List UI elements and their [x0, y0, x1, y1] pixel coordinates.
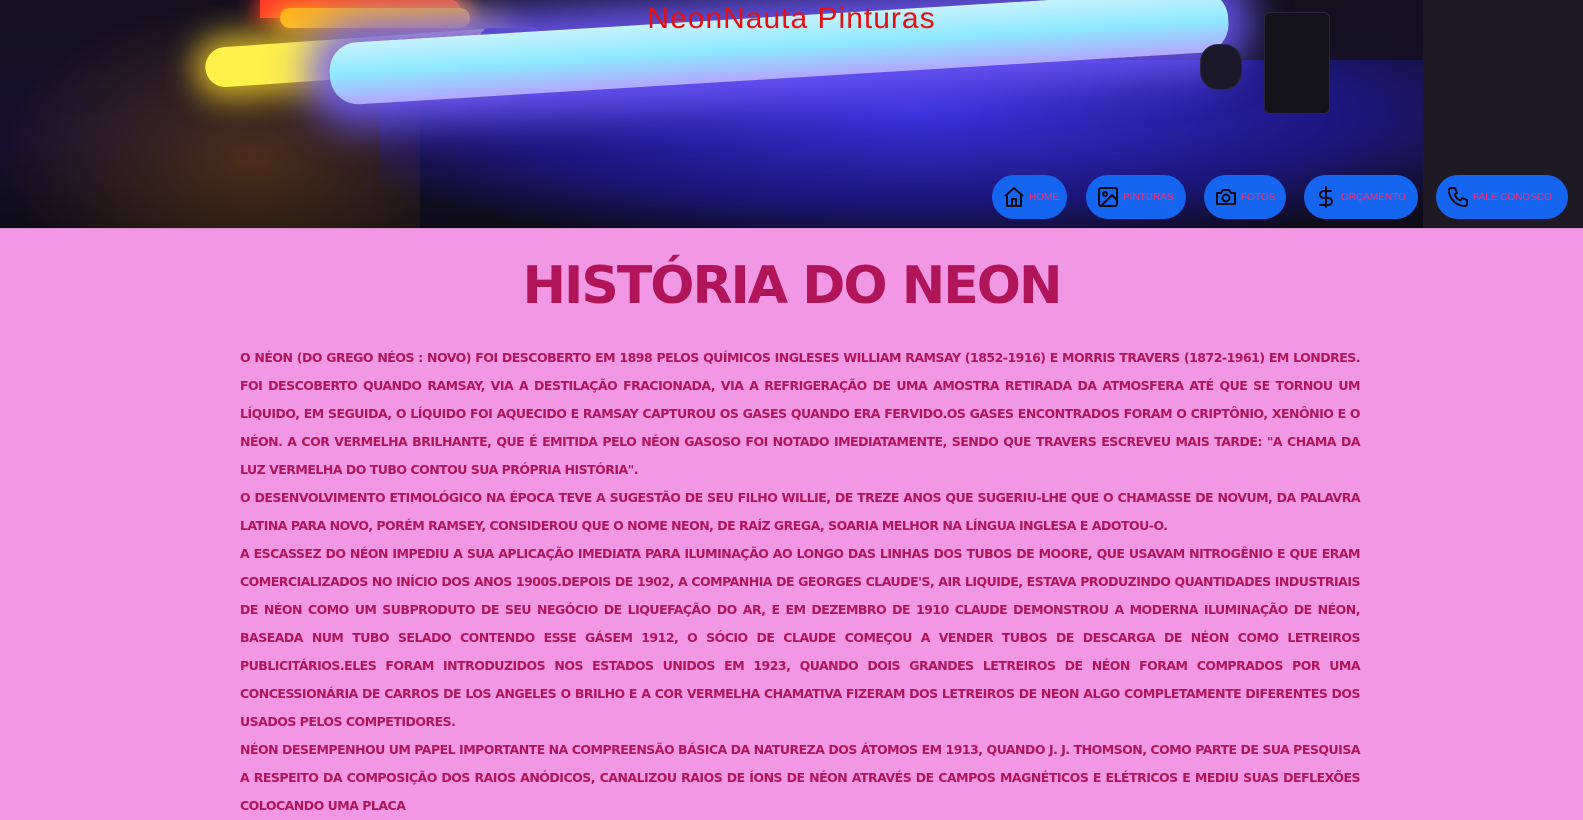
phone-icon — [1448, 187, 1468, 207]
tube-socket — [1200, 44, 1242, 90]
site-title: NeonNauta Pinturas — [647, 2, 936, 35]
nav-fale-conosco-label: Fale Conosco — [1473, 191, 1552, 203]
nav-home-label: Home — [1029, 191, 1059, 203]
nav-orcamento-button[interactable]: Orçamento — [1304, 175, 1418, 219]
nav-pinturas-button[interactable]: Pinturas — [1086, 175, 1186, 219]
nav-pinturas-label: Pinturas — [1123, 191, 1174, 203]
article-paragraph: A escassez do néon impediu a sua aplicaç… — [240, 546, 1361, 729]
camera-icon — [1216, 189, 1236, 205]
image-icon — [1098, 187, 1118, 207]
article-paragraph: O néon (do grego néos : novo) foi descob… — [240, 350, 1361, 477]
history-article: O néon (do grego néos : novo) foi descob… — [240, 344, 1361, 820]
main-nav: Home Pinturas Fotos Orçamento Fale Conos… — [0, 175, 1583, 219]
home-icon — [1004, 187, 1024, 207]
main-content: História do Neon O néon (do grego néos :… — [0, 228, 1583, 813]
nav-fale-conosco-button[interactable]: Fale Conosco — [1436, 175, 1568, 219]
header-banner: NeonNauta Pinturas Home Pinturas Fotos O… — [0, 0, 1583, 229]
dollar-icon — [1319, 186, 1333, 208]
article-paragraph: Néon desempenhou um papel importante na … — [240, 742, 1361, 813]
page-title: História do Neon — [522, 256, 1063, 316]
nav-fotos-button[interactable]: Fotos — [1204, 175, 1286, 219]
nav-orcamento-label: Orçamento — [1341, 191, 1406, 203]
nav-fotos-label: Fotos — [1241, 191, 1276, 203]
nav-home-button[interactable]: Home — [992, 175, 1067, 219]
article-paragraph: O desenvolvimento etimológico na época t… — [240, 490, 1361, 533]
